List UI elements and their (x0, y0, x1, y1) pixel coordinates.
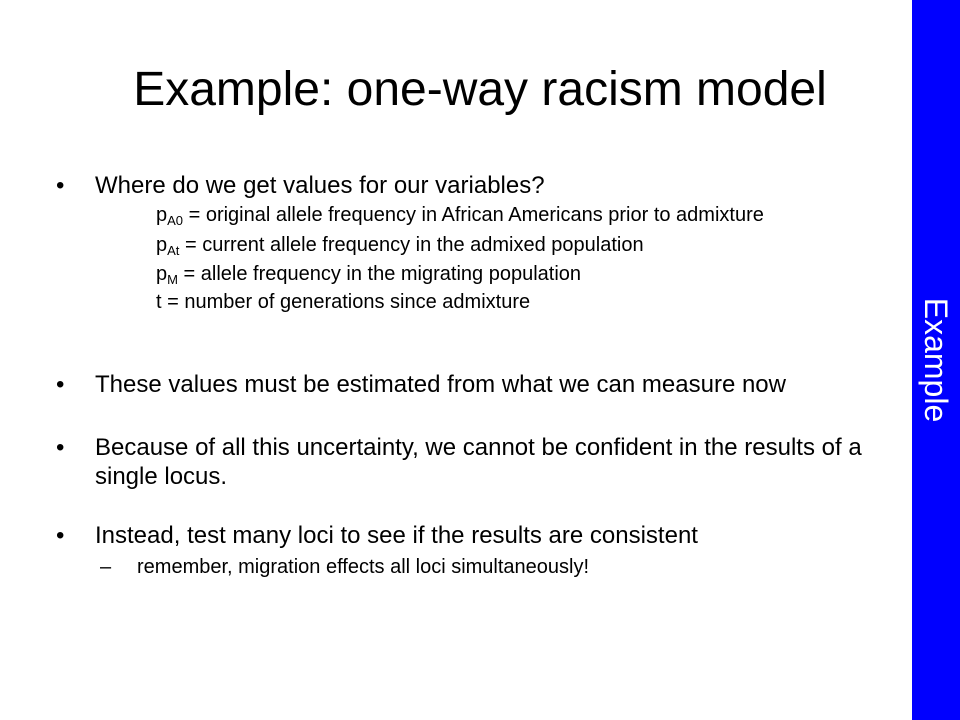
definition-text: = allele frequency in the migrating popu… (177, 263, 582, 285)
bullet-text: Instead, test many loci to see if the re… (95, 522, 698, 549)
bullet-marker: • (56, 434, 65, 461)
definition-variable: p (156, 263, 168, 285)
definition-variable: p (156, 234, 168, 256)
side-label: Example (918, 297, 954, 423)
definition-subscript: At (167, 243, 180, 258)
sub-bullet-marker: – (100, 556, 112, 578)
definition-t: t = number of generations since admixtur… (156, 290, 530, 314)
slide-title: Example: one-way racism model (133, 63, 827, 116)
definition-p-m: pM = allele frequency in the migrating p… (156, 262, 581, 286)
definition-text: = original allele frequency in African A… (183, 204, 764, 226)
bullet-marker: • (56, 522, 65, 549)
bullet-text: Because of all this uncertainty, we cann… (95, 434, 862, 490)
bullet-marker: • (56, 172, 65, 199)
definition-text: = number of generations since admixture (161, 291, 531, 313)
definition-p-a0: pA0 = original allele frequency in Afric… (156, 203, 764, 227)
sub-bullet-text: remember, migration effects all loci sim… (137, 556, 590, 578)
definition-p-at: pAt = current allele frequency in the ad… (156, 233, 644, 257)
slide: Example: one-way racism model Example • … (0, 0, 960, 720)
bullet-marker: • (56, 371, 65, 398)
definition-text: = current allele frequency in the admixe… (179, 234, 644, 256)
definition-variable: p (156, 204, 168, 226)
definition-subscript: A0 (167, 213, 184, 228)
definition-subscript: M (167, 272, 178, 287)
bullet-text: These values must be estimated from what… (95, 371, 786, 398)
bullet-text: Where do we get values for our variables… (95, 172, 545, 199)
